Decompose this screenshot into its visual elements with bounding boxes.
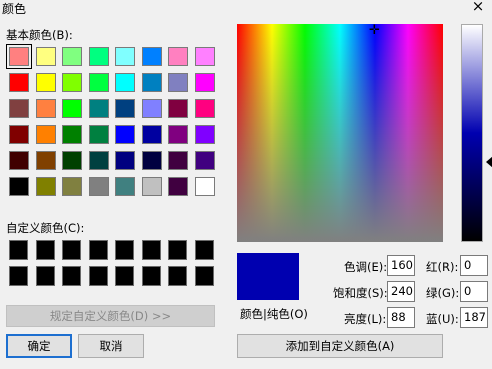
basic-color-swatch[interactable] xyxy=(194,151,215,170)
basic-color-swatch[interactable] xyxy=(115,177,135,196)
basic-color-swatch[interactable] xyxy=(141,177,162,196)
red-label: 红(R): xyxy=(426,260,459,274)
custom-color-swatch[interactable] xyxy=(9,266,28,286)
basic-color-swatch[interactable] xyxy=(141,125,162,144)
custom-color-swatch[interactable] xyxy=(62,266,81,286)
basic-color-swatch[interactable] xyxy=(141,151,162,170)
basic-color-swatch[interactable] xyxy=(35,151,56,170)
custom-color-swatch[interactable] xyxy=(168,266,187,286)
basic-color-swatch[interactable] xyxy=(115,99,135,118)
blue-field[interactable]: 187 xyxy=(460,307,488,328)
custom-color-swatch[interactable] xyxy=(115,266,134,286)
basic-colors-label: 基本颜色(B): xyxy=(6,28,73,42)
basic-color-swatch[interactable] xyxy=(35,177,56,196)
basic-color-swatch[interactable] xyxy=(62,99,82,118)
basic-color-swatch[interactable] xyxy=(194,73,215,92)
green-label: 绿(G): xyxy=(426,286,460,300)
ok-button[interactable]: 确定 xyxy=(6,334,72,358)
basic-color-swatch[interactable] xyxy=(115,125,135,144)
basic-color-swatch[interactable] xyxy=(88,177,109,196)
custom-color-swatch[interactable] xyxy=(88,266,108,286)
red-field[interactable]: 0 xyxy=(460,255,488,276)
basic-color-swatch[interactable] xyxy=(62,151,82,170)
custom-color-swatch[interactable] xyxy=(35,240,55,260)
basic-color-swatch[interactable] xyxy=(88,151,109,170)
basic-color-swatch[interactable] xyxy=(62,73,82,92)
custom-color-swatch[interactable] xyxy=(141,266,161,286)
basic-color-swatch[interactable] xyxy=(194,47,215,66)
custom-color-swatch[interactable] xyxy=(9,240,28,260)
green-field[interactable]: 0 xyxy=(460,281,488,302)
basic-color-swatch[interactable] xyxy=(88,99,109,118)
custom-color-swatch[interactable] xyxy=(35,266,55,286)
color-spectrum[interactable] xyxy=(237,24,443,242)
basic-color-swatch[interactable] xyxy=(141,99,162,118)
basic-color-swatch[interactable] xyxy=(115,47,135,66)
basic-color-swatch[interactable] xyxy=(194,99,215,118)
basic-color-swatch[interactable] xyxy=(168,99,188,118)
define-custom-colors-button[interactable]: 规定自定义颜色(D) >> xyxy=(6,305,215,327)
basic-color-swatch[interactable] xyxy=(168,125,188,144)
basic-color-swatch[interactable] xyxy=(141,73,162,92)
basic-color-swatch[interactable] xyxy=(9,151,29,170)
color-preview xyxy=(237,253,299,300)
basic-color-swatch[interactable] xyxy=(141,47,162,66)
basic-color-swatch[interactable] xyxy=(9,73,29,92)
luminance-field[interactable]: 88 xyxy=(387,307,415,328)
custom-color-swatch[interactable] xyxy=(168,240,187,260)
saturation-field[interactable]: 240 xyxy=(387,281,415,302)
basic-color-swatch[interactable] xyxy=(88,125,109,144)
preview-label[interactable]: 颜色|纯色(O) xyxy=(240,306,308,322)
luminance-arrow-icon[interactable] xyxy=(486,156,492,168)
basic-color-swatch[interactable] xyxy=(35,47,56,66)
custom-color-swatch[interactable] xyxy=(115,240,134,260)
custom-color-swatch[interactable] xyxy=(194,240,214,260)
add-to-custom-colors-button[interactable]: 添加到自定义颜色(A) xyxy=(237,334,443,358)
crosshair-icon: ✛ xyxy=(369,23,380,38)
custom-color-swatch[interactable] xyxy=(194,266,214,286)
hue-label: 色调(E): xyxy=(344,260,388,274)
basic-color-swatch[interactable] xyxy=(168,177,188,196)
basic-color-swatch[interactable] xyxy=(35,99,56,118)
basic-color-swatch[interactable] xyxy=(168,73,188,92)
basic-color-swatch[interactable] xyxy=(35,125,56,144)
custom-color-swatch[interactable] xyxy=(62,240,81,260)
custom-color-swatch[interactable] xyxy=(88,240,108,260)
custom-color-swatch[interactable] xyxy=(141,240,161,260)
basic-color-swatch[interactable] xyxy=(194,177,215,196)
saturation-label: 饱和度(S): xyxy=(333,286,388,300)
basic-color-swatch[interactable] xyxy=(194,125,215,144)
custom-colors-label: 自定义颜色(C): xyxy=(6,221,85,235)
hue-field[interactable]: 160 xyxy=(387,255,415,276)
basic-color-swatch[interactable] xyxy=(88,47,109,66)
basic-color-swatch[interactable] xyxy=(9,99,29,118)
blue-label: 蓝(U): xyxy=(426,312,459,326)
basic-color-swatch[interactable] xyxy=(168,151,188,170)
basic-color-swatch[interactable] xyxy=(62,125,82,144)
luminance-slider[interactable] xyxy=(461,24,483,242)
basic-color-swatch[interactable] xyxy=(168,47,188,66)
basic-color-swatch[interactable] xyxy=(62,177,82,196)
basic-color-swatch[interactable] xyxy=(62,47,82,66)
window-title: 颜色 xyxy=(2,2,27,16)
basic-color-swatch[interactable] xyxy=(88,73,109,92)
basic-color-swatch[interactable] xyxy=(35,73,56,92)
basic-color-swatch[interactable] xyxy=(115,73,135,92)
cancel-button[interactable]: 取消 xyxy=(78,334,144,358)
basic-color-swatch[interactable] xyxy=(9,125,29,144)
luminance-label: 亮度(L): xyxy=(344,312,387,326)
basic-color-swatch[interactable] xyxy=(115,151,135,170)
basic-color-swatch[interactable] xyxy=(9,177,29,196)
basic-color-swatch[interactable] xyxy=(6,44,32,69)
close-icon[interactable]: × xyxy=(468,0,488,14)
